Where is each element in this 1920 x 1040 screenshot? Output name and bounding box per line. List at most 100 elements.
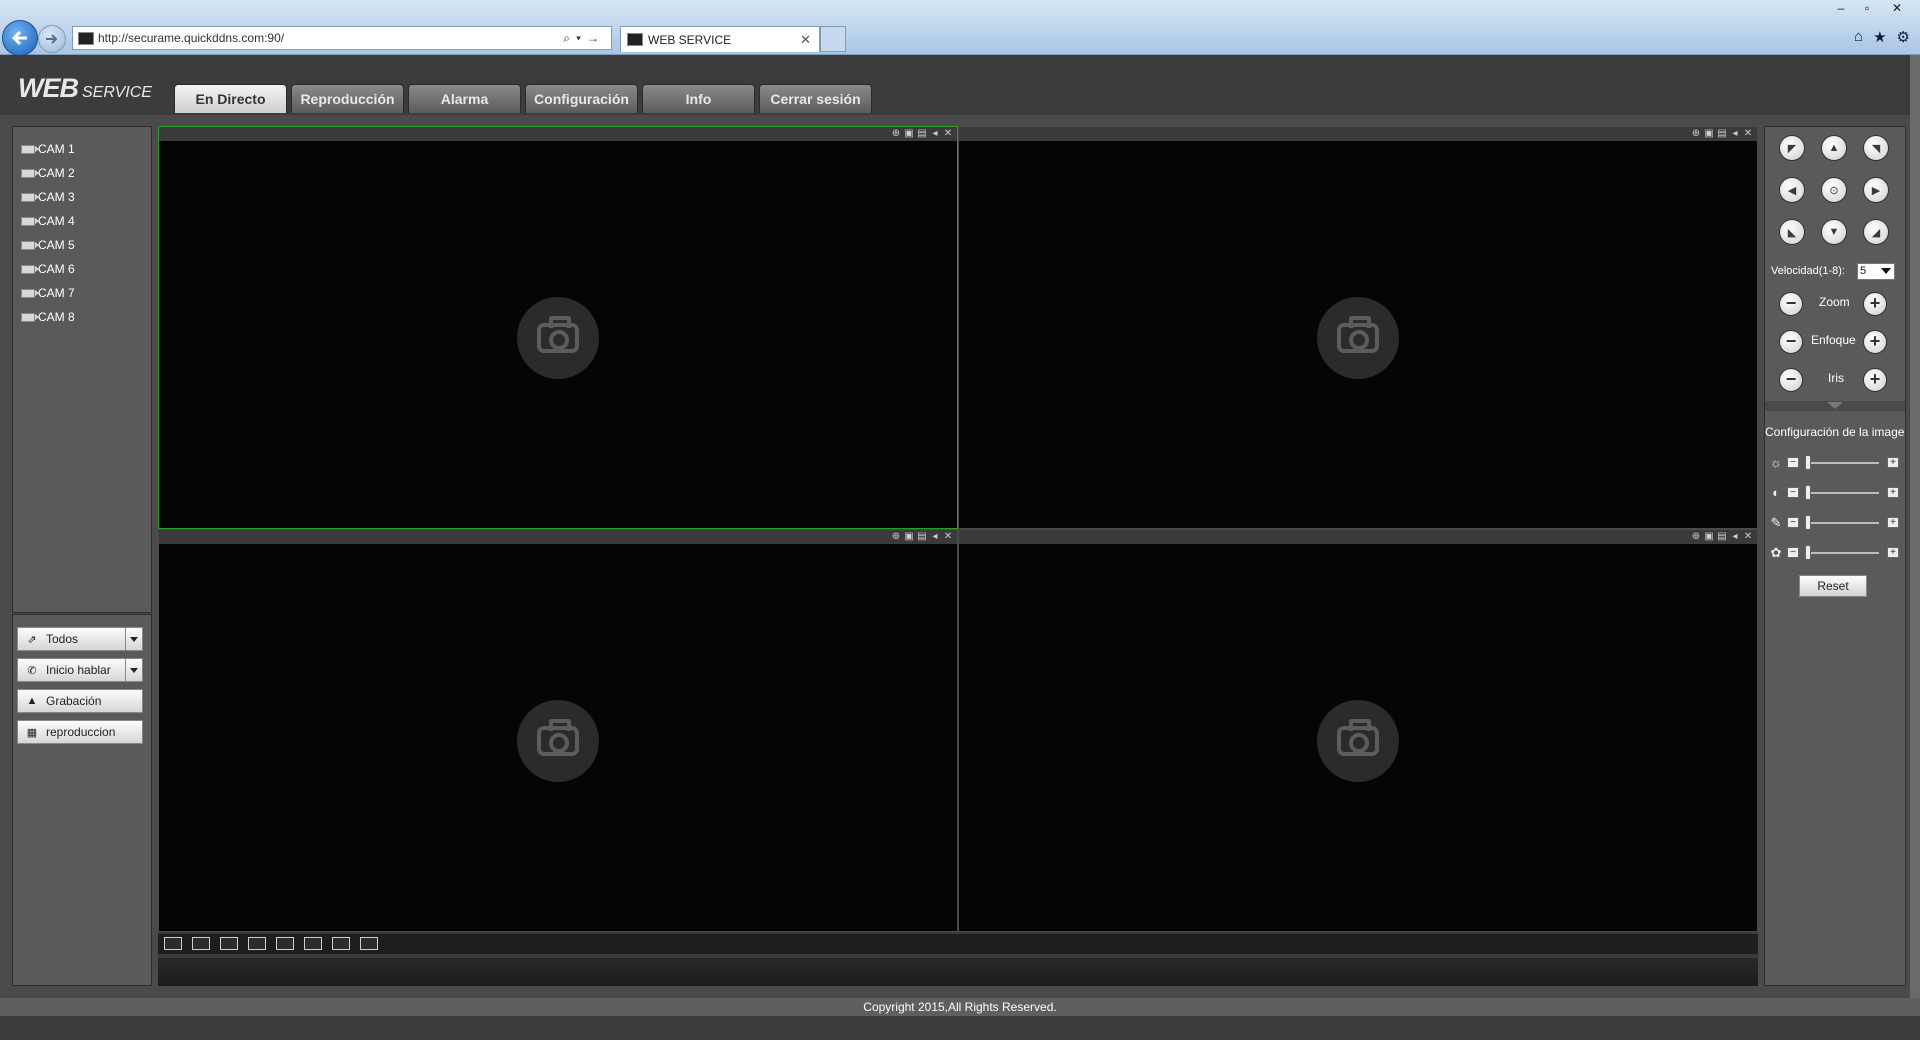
contrast-thumb[interactable] [1805,485,1811,500]
tab-alarma[interactable]: Alarma [408,84,521,113]
camera-item-6[interactable]: CAM 6 [13,257,151,281]
snapshot-icon[interactable]: ▣ [904,128,914,139]
tab-close-icon[interactable]: ✕ [800,32,819,48]
hue-increase-button[interactable]: + [1887,547,1899,558]
new-tab-button[interactable] [820,26,846,52]
fullscreen-icon[interactable] [360,937,378,950]
snapshot-icon[interactable]: ▣ [904,531,914,542]
playback-button[interactable]: ▦ reproduccion [17,720,143,744]
tab-reproduccion[interactable]: Reproducción [291,84,404,113]
record-icon[interactable]: ▤ [1717,531,1727,542]
iris-open-button[interactable]: + [1863,368,1887,392]
record-icon[interactable]: ▤ [1717,128,1727,139]
restore-button[interactable]: ▫ [1854,0,1880,16]
home-icon[interactable]: ⌂ [1854,28,1863,46]
reset-button[interactable]: Reset [1799,575,1867,597]
video-cell-4[interactable]: ⊕ ▣ ▤ ◂ ✕ [958,529,1758,932]
layout-1-icon[interactable] [164,937,182,950]
layout-4-icon[interactable] [248,937,266,950]
record-button[interactable]: ▲ Grabación [17,689,143,713]
snapshot-icon[interactable]: ▣ [1704,128,1714,139]
brightness-track[interactable] [1805,462,1879,464]
address-bar[interactable]: http://securame.quickddns.com:90/ ⌕▾→ [72,26,612,50]
zoom-icon[interactable]: ⊕ [891,531,901,542]
close-icon[interactable]: ✕ [943,531,953,542]
hue-thumb[interactable] [1805,545,1811,560]
nine-view-icon[interactable] [332,937,350,950]
ptz-up-left-button[interactable]: ◤ [1779,135,1805,161]
browser-tab[interactable]: WEB SERVICE ✕ [620,26,820,52]
video-cell-2[interactable]: ⊕ ▣ ▤ ◂ ✕ [958,126,1758,529]
saturation-slider[interactable]: ✎ − + [1769,515,1899,531]
snapshot-icon[interactable]: ▣ [1704,531,1714,542]
collapse-toggle[interactable] [1765,401,1905,411]
back-button[interactable] [2,20,38,56]
open-all-dropdown[interactable] [125,628,142,650]
tab-cerrar-sesion[interactable]: Cerrar sesión [759,84,872,113]
iris-close-button[interactable]: − [1779,368,1803,392]
focus-far-button[interactable]: + [1863,330,1887,354]
page-scrollbar[interactable] [1910,55,1920,1016]
gear-icon[interactable]: ⚙ [1897,28,1910,46]
hue-slider[interactable]: ✿ − + [1769,545,1899,561]
start-talk-button[interactable]: ✆ Inicio hablar [17,658,143,682]
saturation-decrease-button[interactable]: − [1787,517,1799,528]
tab-en-directo[interactable]: En Directo [174,84,287,113]
close-icon[interactable]: ✕ [1743,128,1753,139]
layout-3-icon[interactable] [220,937,238,950]
contrast-slider[interactable]: ◐ − + [1769,485,1899,501]
camera-item-3[interactable]: CAM 3 [13,185,151,209]
camera-item-2[interactable]: CAM 2 [13,161,151,185]
open-all-button[interactable]: ⇗ Todos [17,627,143,651]
contrast-increase-button[interactable]: + [1887,487,1899,498]
close-icon[interactable]: ✕ [943,128,953,139]
ptz-auto-button[interactable]: ⊙ [1821,177,1847,203]
audio-icon[interactable]: ◂ [930,128,940,139]
video-cell-3[interactable]: ⊕ ▣ ▤ ◂ ✕ [158,529,958,932]
hue-track[interactable] [1805,552,1879,554]
camera-item-5[interactable]: CAM 5 [13,233,151,257]
tab-configuracion[interactable]: Configuración [525,84,638,113]
zoom-icon[interactable]: ⊕ [1691,531,1701,542]
star-icon[interactable]: ★ [1873,28,1886,46]
address-tools[interactable]: ⌕▾→ [563,31,611,46]
tab-info[interactable]: Info [642,84,755,113]
close-icon[interactable]: ✕ [1743,531,1753,542]
forward-button[interactable] [38,25,66,53]
ptz-up-button[interactable]: ▲ [1821,135,1847,161]
ptz-right-button[interactable]: ▶ [1863,177,1889,203]
saturation-track[interactable] [1805,522,1879,524]
brightness-increase-button[interactable]: + [1887,457,1899,468]
minimize-button[interactable]: – [1828,0,1854,16]
hue-decrease-button[interactable]: − [1787,547,1799,558]
record-icon[interactable]: ▤ [917,531,927,542]
camera-item-7[interactable]: CAM 7 [13,281,151,305]
camera-item-4[interactable]: CAM 4 [13,209,151,233]
zoom-icon[interactable]: ⊕ [1691,128,1701,139]
close-window-button[interactable]: ✕ [1880,0,1914,16]
ptz-left-button[interactable]: ◀ [1779,177,1805,203]
layout-2-icon[interactable] [192,937,210,950]
audio-icon[interactable]: ◂ [1730,531,1740,542]
speed-select[interactable]: 5 [1857,263,1895,280]
contrast-decrease-button[interactable]: − [1787,487,1799,498]
audio-icon[interactable]: ◂ [1730,128,1740,139]
brightness-thumb[interactable] [1805,455,1811,470]
single-view-icon[interactable] [276,937,294,950]
brightness-slider[interactable]: ☼ − + [1769,455,1899,471]
quad-view-icon[interactable] [304,937,322,950]
camera-item-1[interactable]: CAM 1 [13,137,151,161]
zoom-in-button[interactable]: + [1863,292,1887,316]
start-talk-dropdown[interactable] [125,659,142,681]
camera-item-8[interactable]: CAM 8 [13,305,151,329]
brightness-decrease-button[interactable]: − [1787,457,1799,468]
ptz-down-right-button[interactable]: ◢ [1863,219,1889,245]
ptz-down-button[interactable]: ▼ [1821,219,1847,245]
ptz-down-left-button[interactable]: ◣ [1779,219,1805,245]
record-icon[interactable]: ▤ [917,128,927,139]
focus-near-button[interactable]: − [1779,330,1803,354]
contrast-track[interactable] [1805,492,1879,494]
zoom-out-button[interactable]: − [1779,292,1803,316]
saturation-thumb[interactable] [1805,515,1811,530]
ptz-up-right-button[interactable]: ◥ [1863,135,1889,161]
